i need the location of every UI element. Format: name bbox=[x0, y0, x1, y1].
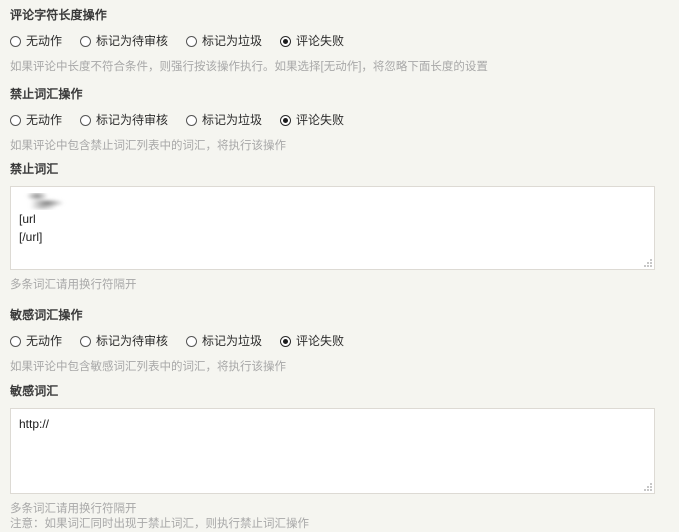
radio-unchecked-icon[interactable] bbox=[10, 35, 21, 47]
radio-option-mark-spam[interactable]: 标记为垃圾 bbox=[186, 113, 262, 127]
radio-unchecked-icon[interactable] bbox=[10, 335, 21, 347]
sensitive-words-textarea[interactable]: http:// bbox=[10, 408, 655, 494]
field-sensitive-words: 敏感词汇 http:// 多条词汇请用换行符隔开 注意：如果词汇同时出现于禁止词… bbox=[0, 384, 679, 532]
radio-option-no-action[interactable]: 无动作 bbox=[10, 34, 62, 48]
textarea-line: http:// bbox=[19, 417, 50, 431]
section-help-text: 如果评论中包含敏感词汇列表中的词汇，将执行该操作 bbox=[10, 361, 286, 373]
field-label-banned-words: 禁止词汇 bbox=[10, 162, 59, 176]
radio-option-label: 标记为待审核 bbox=[96, 34, 169, 48]
radio-option-mark-spam[interactable]: 标记为垃圾 bbox=[186, 334, 262, 348]
banned-words-textarea[interactable]: [url [/url] bbox=[10, 186, 655, 270]
radio-option-label: 标记为待审核 bbox=[96, 113, 169, 127]
textarea-line: [/url] bbox=[19, 230, 43, 244]
redacted-text-line bbox=[19, 193, 81, 210]
radio-option-mark-pending[interactable]: 标记为待审核 bbox=[80, 34, 168, 48]
section-comment-length: 评论字符长度操作 无动作 标记为待审核 标记为垃圾 评论失败 如果评论中长度不符… bbox=[0, 8, 679, 74]
radio-checked-icon[interactable] bbox=[280, 335, 292, 347]
radio-group-sensitive-words[interactable]: 无动作 标记为待审核 标记为垃圾 评论失败 bbox=[10, 334, 679, 348]
radio-option-label: 标记为待审核 bbox=[96, 334, 169, 348]
radio-option-no-action[interactable]: 无动作 bbox=[10, 113, 62, 127]
radio-unchecked-icon[interactable] bbox=[80, 35, 92, 47]
section-help-text: 如果评论中长度不符合条件，则强行按该操作执行。如果选择[无动作]，将忽略下面长度… bbox=[10, 61, 488, 73]
radio-unchecked-icon[interactable] bbox=[80, 114, 92, 126]
sensitive-words-warning: 注意：如果词汇同时出现于禁止词汇，则执行禁止词汇操作 bbox=[10, 518, 309, 530]
section-help-text: 如果评论中包含禁止词汇列表中的词汇，将执行该操作 bbox=[10, 140, 286, 152]
resize-grip-icon[interactable] bbox=[643, 258, 652, 267]
radio-option-mark-spam[interactable]: 标记为垃圾 bbox=[186, 34, 262, 48]
resize-grip-icon[interactable] bbox=[643, 482, 652, 491]
radio-unchecked-icon[interactable] bbox=[80, 335, 92, 347]
radio-option-mark-pending[interactable]: 标记为待审核 bbox=[80, 113, 168, 127]
textarea-line: [url bbox=[19, 212, 36, 226]
radio-option-no-action[interactable]: 无动作 bbox=[10, 334, 62, 348]
radio-option-comment-fail[interactable]: 评论失败 bbox=[280, 334, 344, 348]
radio-option-label: 无动作 bbox=[26, 334, 63, 348]
radio-option-label: 标记为垃圾 bbox=[202, 34, 263, 48]
radio-option-label: 标记为垃圾 bbox=[202, 334, 263, 348]
section-sensitive-words-action: 敏感词汇操作 无动作 标记为待审核 标记为垃圾 评论失败 如果评论中包含敏感词汇… bbox=[0, 308, 679, 374]
radio-unchecked-icon[interactable] bbox=[186, 114, 198, 126]
radio-option-label: 评论失败 bbox=[296, 34, 345, 48]
radio-unchecked-icon[interactable] bbox=[10, 114, 21, 126]
radio-option-mark-pending[interactable]: 标记为待审核 bbox=[80, 334, 168, 348]
banned-words-note: 多条词汇请用换行符隔开 bbox=[10, 279, 137, 291]
section-title: 评论字符长度操作 bbox=[10, 8, 107, 22]
radio-option-label: 标记为垃圾 bbox=[202, 113, 263, 127]
radio-option-label: 评论失败 bbox=[296, 334, 345, 348]
radio-option-comment-fail[interactable]: 评论失败 bbox=[280, 34, 344, 48]
sensitive-words-note: 多条词汇请用换行符隔开 bbox=[10, 503, 137, 515]
settings-page: 评论字符长度操作 无动作 标记为待审核 标记为垃圾 评论失败 如果评论中长度不符… bbox=[0, 0, 679, 531]
section-title: 敏感词汇操作 bbox=[10, 308, 83, 322]
radio-unchecked-icon[interactable] bbox=[186, 335, 198, 347]
section-title: 禁止词汇操作 bbox=[10, 87, 83, 101]
radio-option-label: 评论失败 bbox=[296, 113, 345, 127]
field-label-sensitive-words: 敏感词汇 bbox=[10, 384, 59, 398]
radio-checked-icon[interactable] bbox=[280, 114, 292, 126]
radio-option-comment-fail[interactable]: 评论失败 bbox=[280, 113, 344, 127]
radio-checked-icon[interactable] bbox=[280, 35, 292, 47]
radio-group-comment-length[interactable]: 无动作 标记为待审核 标记为垃圾 评论失败 bbox=[10, 34, 679, 48]
radio-option-label: 无动作 bbox=[26, 113, 63, 127]
field-banned-words: 禁止词汇 [url [/url] 多条词汇请用换行符隔开 bbox=[0, 162, 679, 293]
radio-group-banned-words[interactable]: 无动作 标记为待审核 标记为垃圾 评论失败 bbox=[10, 113, 679, 127]
radio-option-label: 无动作 bbox=[26, 34, 63, 48]
radio-unchecked-icon[interactable] bbox=[186, 35, 198, 47]
section-banned-words-action: 禁止词汇操作 无动作 标记为待审核 标记为垃圾 评论失败 如果评论中包含禁止词汇… bbox=[0, 87, 679, 153]
